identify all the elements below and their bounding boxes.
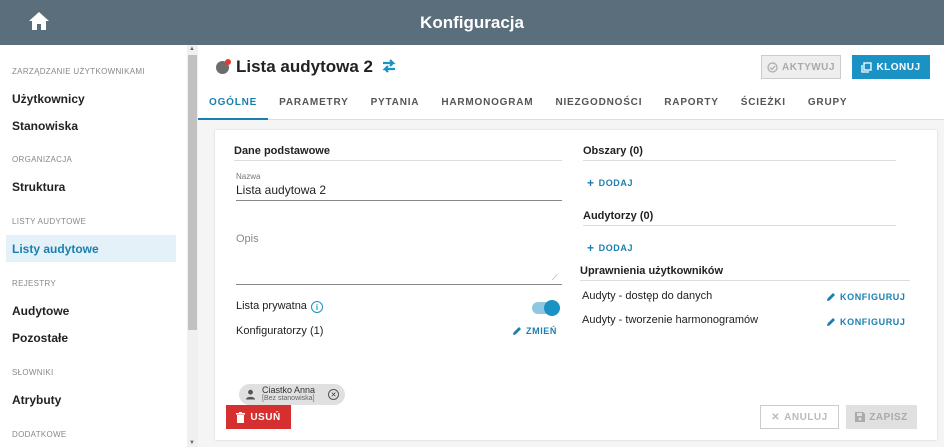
person-icon [246,389,255,400]
divider [580,280,910,281]
page-title: Lista audytowa 2 [236,57,373,76]
resize-handle-icon[interactable]: ⟋ [552,273,558,283]
permission-label: Audyty - tworzenie harmonogramów [582,314,759,326]
tab-paths[interactable]: ŚCIEŻKI [730,89,797,120]
app-title: Konfiguracja [420,12,524,32]
configure-label: KONFIGURUJ [840,317,906,327]
areas-title: Obszary (0) [583,145,643,157]
tab-nonconformities[interactable]: NIEZGODNOŚCI [544,89,653,120]
status-indicator-icon [216,59,231,74]
clone-button-label: KLONUJ [876,61,921,73]
activate-button-label: AKTYWUJ [782,61,835,73]
list-header: Lista audytowa 2 AKTYWUJ KLONUJ OGÓLNE P… [198,45,944,120]
add-auditor-button[interactable]: + DODAJ [587,241,633,255]
description-field[interactable]: Opis [236,233,259,245]
private-list-label: Lista prywatna [236,300,307,312]
sidebar: ZARZĄDZANIE UŻYTKOWNIKAMI Użytkownicy St… [0,45,187,447]
configure-label: KONFIGURUJ [840,292,906,302]
toggle-knob [544,300,560,316]
configurator-name: Ciastko Anna [262,385,316,395]
description-field-underline [236,284,562,285]
tab-groups[interactable]: GRUPY [797,89,859,120]
plus-icon: + [587,176,595,190]
scroll-down-arrow-icon[interactable]: ▼ [189,440,195,446]
sidebar-section-registers: REJESTRY [12,279,57,288]
tab-questions[interactable]: PYTANIA [360,89,431,120]
configurator-position: [Bez stanowiska] [262,395,315,402]
delete-button[interactable]: USUŃ [226,405,291,429]
auditors-title: Audytorzy (0) [583,210,654,222]
sidebar-section-additional: DODATKOWE [12,430,67,439]
tab-general[interactable]: OGÓLNE [198,89,269,120]
configurators-label: Konfiguratorzy (1) [236,325,324,337]
divider [234,160,562,161]
sidebar-item-attributes[interactable]: Atrybuty [6,386,176,413]
add-auditor-label: DODAJ [598,243,634,253]
sidebar-item-other[interactable]: Pozostałe [6,324,176,351]
name-field[interactable]: Lista audytowa 2 [236,183,326,197]
scroll-up-arrow-icon[interactable]: ▲ [189,46,195,52]
private-list-toggle[interactable] [532,300,560,316]
save-button-label: ZAPISZ [869,411,908,423]
copy-icon [861,61,873,73]
close-icon: ✕ [771,411,781,423]
pencil-icon [513,327,521,335]
tab-reports[interactable]: RAPORTY [653,89,730,120]
home-icon[interactable] [28,11,50,31]
change-label: ZMIEŃ [526,326,557,336]
pencil-icon [827,318,835,326]
pencil-icon [827,293,835,301]
general-form-card: Dane podstawowe Nazwa Lista audytowa 2 O… [215,130,937,440]
name-field-underline [236,200,562,201]
activate-button[interactable]: AKTYWUJ [761,55,841,79]
tab-parameters[interactable]: PARAMETRY [268,89,359,120]
configurator-chip: Ciastko Anna [Bez stanowiska] ✕ [239,384,345,405]
basic-data-title: Dane podstawowe [234,145,330,157]
clone-button[interactable]: KLONUJ [852,55,930,79]
sidebar-section-organization: ORGANIZACJA [12,155,73,164]
plus-icon: + [587,241,595,255]
main-content: Lista audytowa 2 AKTYWUJ KLONUJ OGÓLNE P… [198,45,944,447]
info-icon[interactable]: i [311,301,323,313]
sidebar-item-audit-lists[interactable]: Listy audytowe [6,235,176,262]
tab-schedule[interactable]: HARMONOGRAM [430,89,544,120]
sidebar-section-audit-lists: LISTY AUDYTOWE [12,217,87,226]
floppy-disk-icon [855,412,866,422]
permission-label: Audyty - dostęp do danych [582,290,713,302]
configure-permission-button[interactable]: KONFIGURUJ [826,292,906,302]
sidebar-item-audit-register[interactable]: Audytowe [6,297,176,324]
sidebar-item-users[interactable]: Użytkownicy [6,85,176,112]
sidebar-section-users: ZARZĄDZANIE UŻYTKOWNIKAMI [12,67,145,76]
remove-configurator-icon[interactable]: ✕ [328,389,339,400]
name-field-label: Nazwa [236,172,261,181]
configure-permission-button[interactable]: KONFIGURUJ [826,317,906,327]
sidebar-section-dictionaries: SŁOWNIKI [12,368,54,377]
sidebar-scrollbar[interactable]: ▲ ▼ [187,45,198,447]
save-button[interactable]: ZAPISZ [846,405,917,429]
cancel-button[interactable]: ✕ ANULUJ [760,405,839,429]
check-circle-icon [767,61,778,73]
scrollbar-thumb[interactable] [188,55,197,330]
sidebar-item-structure[interactable]: Struktura [6,173,176,200]
sidebar-item-positions[interactable]: Stanowiska [6,112,176,139]
top-bar: Konfiguracja [0,0,944,45]
divider [583,225,896,226]
tab-bar: OGÓLNE PARAMETRY PYTANIA HARMONOGRAM NIE… [198,89,858,120]
trash-icon [236,411,246,423]
divider [583,160,896,161]
add-area-label: DODAJ [598,178,634,188]
delete-button-label: USUŃ [250,411,281,423]
add-area-button[interactable]: + DODAJ [587,176,633,190]
swap-arrows-icon[interactable] [381,59,397,73]
permissions-title: Uprawnienia użytkowników [580,265,724,277]
cancel-button-label: ANULUJ [784,411,828,423]
change-configurators-button[interactable]: ZMIEŃ [512,326,557,336]
